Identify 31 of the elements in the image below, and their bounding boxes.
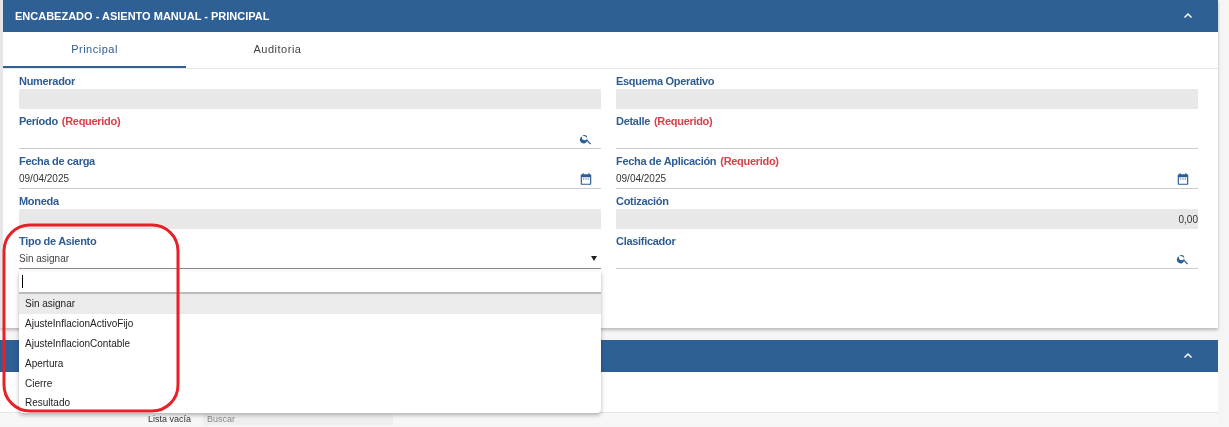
field-label: Moneda bbox=[19, 194, 59, 209]
field-label: Período bbox=[19, 114, 58, 129]
dropdown-option[interactable]: Cierre bbox=[19, 373, 601, 393]
list-status: Lista vacía bbox=[148, 414, 192, 424]
calendar-icon[interactable] bbox=[579, 171, 593, 186]
select-field[interactable]: Sin asignar bbox=[19, 249, 601, 269]
dropdown-option[interactable]: AjusteInflacionContable bbox=[19, 333, 601, 354]
field-label: Clasificador bbox=[616, 234, 676, 249]
dropdown-option[interactable]: Sin asignar bbox=[19, 294, 601, 314]
field-label: Fecha de Aplicación bbox=[616, 154, 717, 169]
field-label: Cotización bbox=[616, 194, 669, 209]
field-label: Fecha de carga bbox=[19, 154, 95, 169]
date-field[interactable]: 09/04/2025 bbox=[19, 169, 601, 189]
dropdown-arrow-icon bbox=[591, 256, 597, 261]
required-label: (Requerido) bbox=[61, 114, 121, 129]
calendar-icon[interactable] bbox=[1176, 171, 1190, 186]
required-label: (Requerido) bbox=[720, 154, 779, 169]
field-label: Detalle bbox=[616, 114, 650, 129]
field-label: Numerador bbox=[19, 74, 75, 89]
dropdown-option[interactable]: AjusteInflacionActivoFijo bbox=[19, 313, 601, 334]
field-label: Esquema Operativo bbox=[616, 74, 715, 89]
dropdown-option[interactable]: Resultado bbox=[19, 393, 601, 413]
search-field[interactable]: Buscar bbox=[203, 413, 394, 425]
dropdown-option[interactable]: Apertura bbox=[19, 353, 601, 374]
field-label: Tipo de Asiento bbox=[19, 234, 97, 249]
readonly-field: 0,00 bbox=[616, 209, 1198, 229]
required-label: (Requerido) bbox=[654, 114, 713, 129]
tab[interactable]: Auditoria bbox=[186, 32, 369, 68]
panel-title: ENCABEZADO - ASIENTO MANUAL - PRINCIPAL bbox=[15, 8, 270, 24]
tab[interactable]: Principal bbox=[3, 32, 186, 68]
date-field[interactable]: 09/04/2025 bbox=[616, 169, 1198, 189]
